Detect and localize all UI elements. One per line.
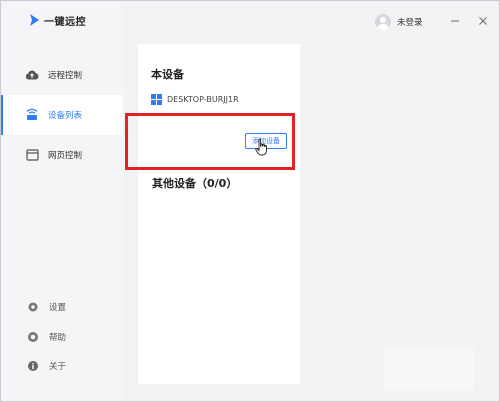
brand-logo-icon (30, 14, 39, 26)
info-icon (27, 360, 39, 372)
user-status: 未登录 (397, 18, 423, 28)
sidebar-item-help[interactable]: 帮助 (1, 326, 123, 348)
sidebar-item-about[interactable]: 关于 (1, 355, 123, 377)
sidebar-item-label: 设备列表 (48, 111, 83, 121)
local-device-item[interactable]: DESKTOP-BURJJ1R (151, 94, 239, 105)
sidebar-item-device-list[interactable]: 设备列表 (1, 95, 123, 135)
active-indicator (1, 95, 3, 135)
sidebar: 一键远控 远程控制 设备列表 网页控制 设置 帮助 关于 (1, 1, 123, 401)
windows-icon (151, 94, 162, 105)
sidebar-item-web-control[interactable]: 网页控制 (1, 135, 123, 175)
sidebar-item-remote-control[interactable]: 远程控制 (1, 55, 123, 95)
device-list-icon (25, 108, 39, 122)
watermark-area (384, 347, 474, 390)
webpage-icon (25, 148, 39, 162)
sidebar-item-label: 关于 (49, 362, 67, 372)
sidebar-item-settings[interactable]: 设置 (1, 296, 123, 318)
minimize-icon[interactable] (448, 14, 462, 28)
cloud-icon (25, 68, 39, 82)
brand-name: 一键远控 (44, 16, 86, 28)
sidebar-item-label: 远程控制 (48, 71, 83, 81)
sidebar-item-label: 设置 (49, 303, 67, 313)
avatar-icon (375, 14, 391, 30)
app-window: 一键远控 远程控制 设备列表 网页控制 设置 帮助 关于 未登录 本设备 DES… (0, 0, 500, 402)
close-icon[interactable] (476, 14, 490, 28)
sidebar-item-label: 网页控制 (48, 151, 83, 161)
sidebar-item-label: 帮助 (49, 333, 67, 343)
help-icon (27, 331, 39, 343)
brand: 一键远控 (29, 11, 86, 29)
other-devices-heading: 其他设备（0/0） (152, 177, 238, 190)
gear-icon (27, 301, 39, 313)
user-login-button[interactable]: 未登录 (375, 14, 423, 30)
hand-cursor-icon (255, 138, 267, 156)
device-panel: 本设备 DESKTOP-BURJJ1R 其他设备（0/0） (138, 44, 300, 384)
local-device-heading: 本设备 (151, 68, 184, 81)
local-device-name: DESKTOP-BURJJ1R (167, 95, 239, 104)
